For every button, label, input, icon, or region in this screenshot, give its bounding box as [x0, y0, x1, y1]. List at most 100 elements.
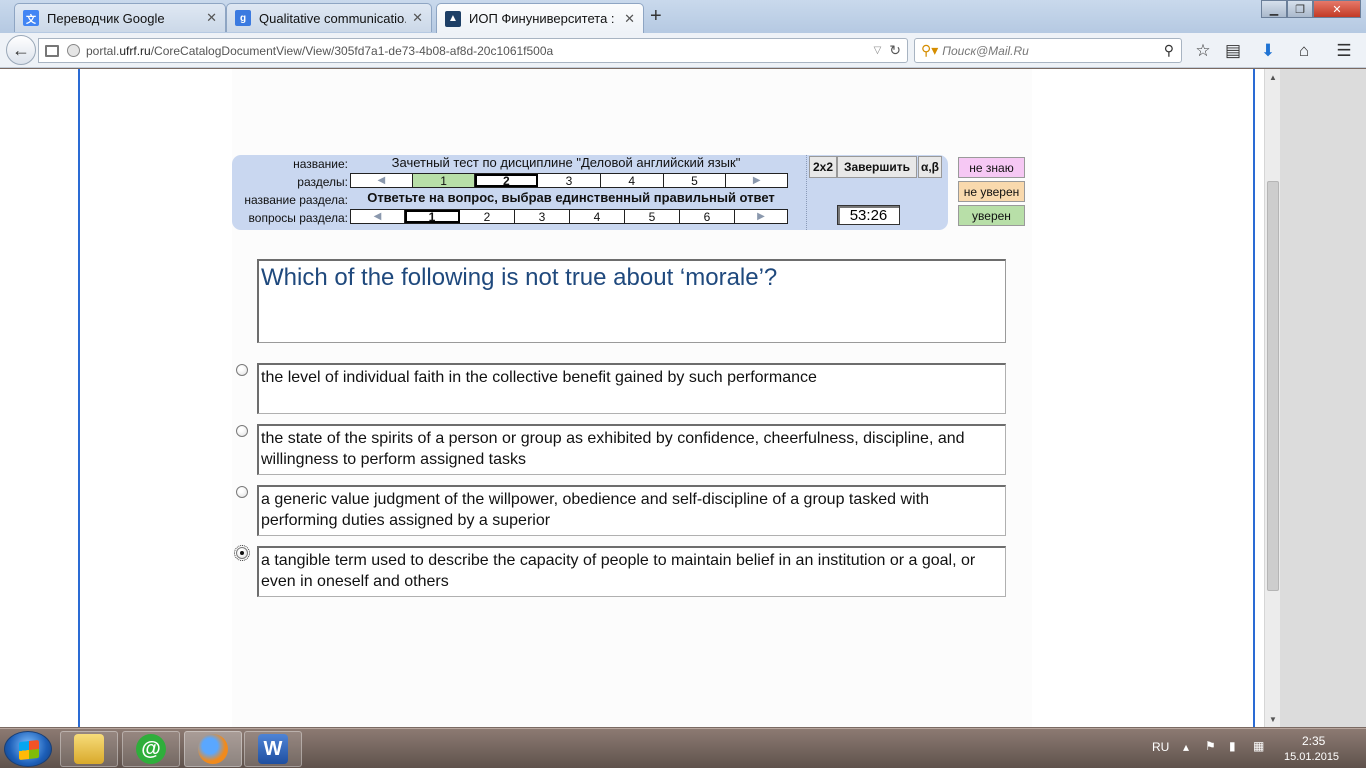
scroll-down-icon[interactable]: ▼	[1265, 711, 1281, 727]
calculator-button[interactable]: 2x2	[809, 156, 837, 178]
panel-divider	[806, 155, 807, 230]
answer-option-2[interactable]: the state of the spirits of a person or …	[257, 424, 1006, 475]
globe-icon	[67, 44, 80, 57]
restore-icon[interactable]: ❐	[1287, 0, 1313, 18]
question-1[interactable]: 1	[405, 210, 460, 224]
search-bar[interactable]: ⚲▾ Поиск@Mail.Ru ⚲	[914, 38, 1182, 63]
section-name-label: название раздела:	[244, 193, 348, 207]
questions-next-icon[interactable]: ▶	[735, 210, 787, 223]
clock-date[interactable]: 15.01.2015	[1284, 751, 1339, 763]
section-instruction: Ответьте на вопрос, выбрав единственный …	[367, 190, 775, 205]
power-icon[interactable]: ▮	[1229, 739, 1236, 753]
taskbar-firefox[interactable]	[184, 731, 242, 767]
section-4[interactable]: 4	[601, 174, 664, 188]
close-window-icon[interactable]: ✕	[1313, 0, 1361, 18]
search-icon[interactable]: ⚲	[1164, 42, 1174, 59]
scrollbar-thumb[interactable]	[1267, 181, 1279, 591]
answer-option-3[interactable]: a generic value judgment of the willpowe…	[257, 485, 1006, 536]
reload-icon[interactable]: ↻	[889, 42, 901, 59]
answer-option-4[interactable]: a tangible term used to describe the cap…	[257, 546, 1006, 597]
sections-next-icon[interactable]: ▶	[726, 174, 787, 187]
section-questions-label: вопросы раздела:	[248, 211, 348, 225]
tab-iop-finuniversity[interactable]: ▲ ИОП Финуниверситета : ... ✕	[436, 3, 644, 33]
sections-navigator: ◀ 1 2 3 4 5 ▶	[350, 173, 788, 188]
questions-prev-icon[interactable]: ◀	[351, 210, 405, 223]
tab-google-translate[interactable]: 文 Переводчик Google ✕	[14, 3, 226, 32]
back-arrow-icon: ←	[12, 39, 30, 60]
section-1[interactable]: 1	[412, 174, 476, 188]
close-tab-icon[interactable]: ✕	[206, 10, 217, 26]
show-hidden-icons-icon[interactable]: ▴	[1183, 740, 1189, 754]
question-6[interactable]: 6	[680, 210, 735, 224]
test-title: Зачетный тест по дисциплине "Деловой анг…	[391, 155, 741, 170]
answer-text: a generic value judgment of the willpowe…	[261, 491, 929, 529]
questions-navigator: ◀ 1 2 3 4 5 6 ▶	[350, 209, 788, 224]
action-center-icon[interactable]: ⚑	[1205, 739, 1216, 753]
left-border-line	[78, 69, 80, 727]
tab-title: ИОП Финуниверситета : ...	[469, 11, 619, 26]
url-path: /CoreCatalogDocumentView/View/305fd7a1-d…	[150, 43, 554, 58]
mail-agent-icon: @	[136, 734, 166, 764]
taskbar-explorer[interactable]	[60, 731, 118, 767]
question-4[interactable]: 4	[570, 210, 625, 224]
home-icon[interactable]: ⌂	[1293, 41, 1315, 61]
network-icon[interactable]: ▦	[1253, 739, 1264, 753]
url-host: ufrf.ru	[119, 43, 151, 58]
finish-button[interactable]: Завершить	[837, 156, 917, 178]
taskbar-word[interactable]: W	[244, 731, 302, 767]
folder-icon	[74, 734, 104, 764]
back-button[interactable]: ←	[6, 35, 36, 65]
windows-logo-icon	[19, 739, 39, 761]
tab-title: Переводчик Google	[47, 10, 165, 26]
taskbar-mail-agent[interactable]: @	[122, 731, 180, 767]
symbols-button[interactable]: α,β	[918, 156, 942, 178]
vertical-scrollbar[interactable]: ▲ ▼	[1264, 69, 1280, 727]
downloads-icon[interactable]: ⬇	[1257, 41, 1279, 61]
answer-4-radio[interactable]	[234, 545, 250, 561]
right-border-line	[1253, 69, 1255, 727]
address-bar[interactable]: portal. ufrf.ru/CoreCatalogDocumentView/V…	[38, 38, 908, 63]
section-5[interactable]: 5	[664, 174, 727, 188]
dropdown-icon[interactable]: ▽	[874, 45, 882, 56]
close-tab-icon[interactable]: ✕	[412, 10, 423, 26]
scroll-up-icon[interactable]: ▲	[1265, 69, 1281, 85]
sure-button[interactable]: уверен	[958, 205, 1025, 226]
section-2[interactable]: 2	[475, 174, 539, 188]
dont-know-button[interactable]: не знаю	[958, 157, 1025, 178]
question-box: Which of the following is not true about…	[257, 259, 1006, 343]
start-button[interactable]	[4, 731, 52, 767]
sections-prev-icon[interactable]: ◀	[351, 174, 413, 187]
question-2[interactable]: 2	[460, 210, 515, 224]
answer-2-radio[interactable]	[236, 425, 248, 437]
page-grid-icon	[45, 44, 59, 57]
windows-taskbar: @ W RU ▴ ⚑ ▮ ▦ 2:35 15.01.2015	[0, 728, 1366, 768]
answer-text: the level of individual faith in the col…	[261, 369, 817, 386]
clock-time[interactable]: 2:35	[1302, 734, 1325, 748]
question-3[interactable]: 3	[515, 210, 570, 224]
minimize-icon[interactable]: ▁	[1261, 0, 1287, 18]
name-label: название:	[293, 157, 348, 171]
search-engine-icon[interactable]: ⚲▾	[921, 42, 938, 59]
answer-1-radio[interactable]	[236, 364, 248, 376]
answer-option-1[interactable]: the level of individual faith in the col…	[257, 363, 1006, 414]
graduation-cap-icon: ▲	[445, 10, 461, 27]
word-letter: W	[263, 737, 283, 760]
tab-title: Qualitative communicatio...	[259, 10, 407, 26]
url-prefix: portal.	[86, 43, 120, 58]
search-placeholder: Поиск@Mail.Ru	[942, 43, 1029, 58]
section-3[interactable]: 3	[538, 174, 601, 188]
language-indicator[interactable]: RU	[1152, 740, 1169, 754]
bookmark-star-icon[interactable]: ☆	[1192, 41, 1214, 61]
question-5[interactable]: 5	[625, 210, 680, 224]
answer-3-radio[interactable]	[236, 486, 248, 498]
not-sure-button[interactable]: не уверен	[958, 181, 1025, 202]
menu-icon[interactable]: ☰	[1333, 41, 1355, 61]
browser-tab-bar: 文 Переводчик Google ✕ g Qualitative comm…	[0, 0, 1366, 33]
answer-text: a tangible term used to describe the cap…	[261, 552, 976, 590]
bookmarks-list-icon[interactable]: ▤	[1222, 41, 1244, 61]
browser-nav-bar: ← portal. ufrf.ru/CoreCatalogDocumentView…	[0, 33, 1366, 68]
new-tab-icon[interactable]: +	[650, 5, 662, 28]
close-tab-icon[interactable]: ✕	[624, 11, 635, 27]
page-gray-margin	[1280, 69, 1366, 727]
tab-qualitative-communication[interactable]: g Qualitative communicatio... ✕	[226, 3, 432, 32]
